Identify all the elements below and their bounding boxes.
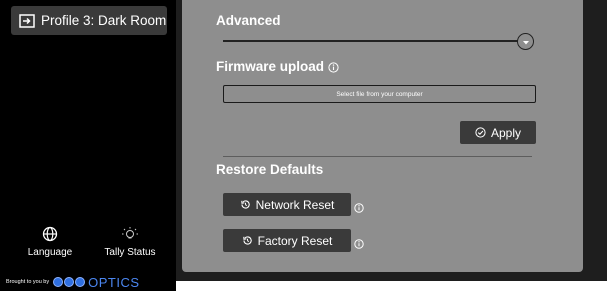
firmware-title-row: Firmware upload bbox=[216, 59, 339, 74]
advanced-slider-track[interactable] bbox=[223, 40, 523, 42]
advanced-title: Advanced bbox=[216, 13, 281, 28]
reset-icon bbox=[242, 235, 253, 246]
settings-panel: Advanced Firmware upload Select file fro… bbox=[182, 0, 583, 272]
tally-status-button[interactable]: Tally Status bbox=[100, 226, 160, 258]
brand-logo-icon bbox=[53, 277, 86, 287]
file-select-label: Select file from your computer bbox=[336, 90, 423, 98]
language-button[interactable]: Language bbox=[20, 226, 80, 258]
enter-icon bbox=[19, 13, 35, 28]
info-icon[interactable] bbox=[328, 62, 339, 73]
factory-reset-info-icon[interactable] bbox=[354, 236, 364, 249]
brought-text: Brought to you by bbox=[6, 279, 50, 285]
main-area: Advanced Firmware upload Select file fro… bbox=[176, 0, 607, 281]
restore-title: Restore Defaults bbox=[216, 162, 324, 177]
network-reset-label: Network Reset bbox=[255, 197, 335, 212]
apply-button[interactable]: Apply bbox=[460, 121, 536, 144]
network-reset-button[interactable]: Network Reset bbox=[223, 193, 351, 216]
section-divider bbox=[223, 156, 532, 157]
tally-status-label: Tally Status bbox=[104, 247, 156, 258]
brand-name: OPTICS bbox=[88, 274, 140, 290]
advanced-slider-handle[interactable] bbox=[517, 33, 534, 50]
factory-reset-label: Factory Reset bbox=[257, 233, 333, 248]
profile-selector[interactable]: Profile 3: Dark Room bbox=[11, 6, 167, 35]
firmware-title: Firmware upload bbox=[216, 59, 325, 74]
check-circle-icon bbox=[475, 127, 486, 138]
bottom-nav: Language Tally Status bbox=[20, 226, 160, 264]
brand-footer: Brought to you by OPTICS bbox=[6, 274, 140, 290]
sidebar: Profile 3: Dark Room Language Tally Stat… bbox=[0, 0, 176, 291]
lightbulb-icon bbox=[100, 226, 160, 244]
network-reset-info-icon[interactable] bbox=[354, 200, 364, 213]
chevron-down-icon bbox=[522, 33, 530, 51]
file-select-button[interactable]: Select file from your computer bbox=[223, 85, 536, 103]
apply-label: Apply bbox=[490, 125, 522, 140]
reset-icon bbox=[240, 199, 251, 210]
globe-icon bbox=[20, 226, 80, 244]
factory-reset-button[interactable]: Factory Reset bbox=[223, 229, 351, 252]
language-label: Language bbox=[27, 247, 73, 258]
profile-label: Profile 3: Dark Room bbox=[41, 13, 167, 28]
